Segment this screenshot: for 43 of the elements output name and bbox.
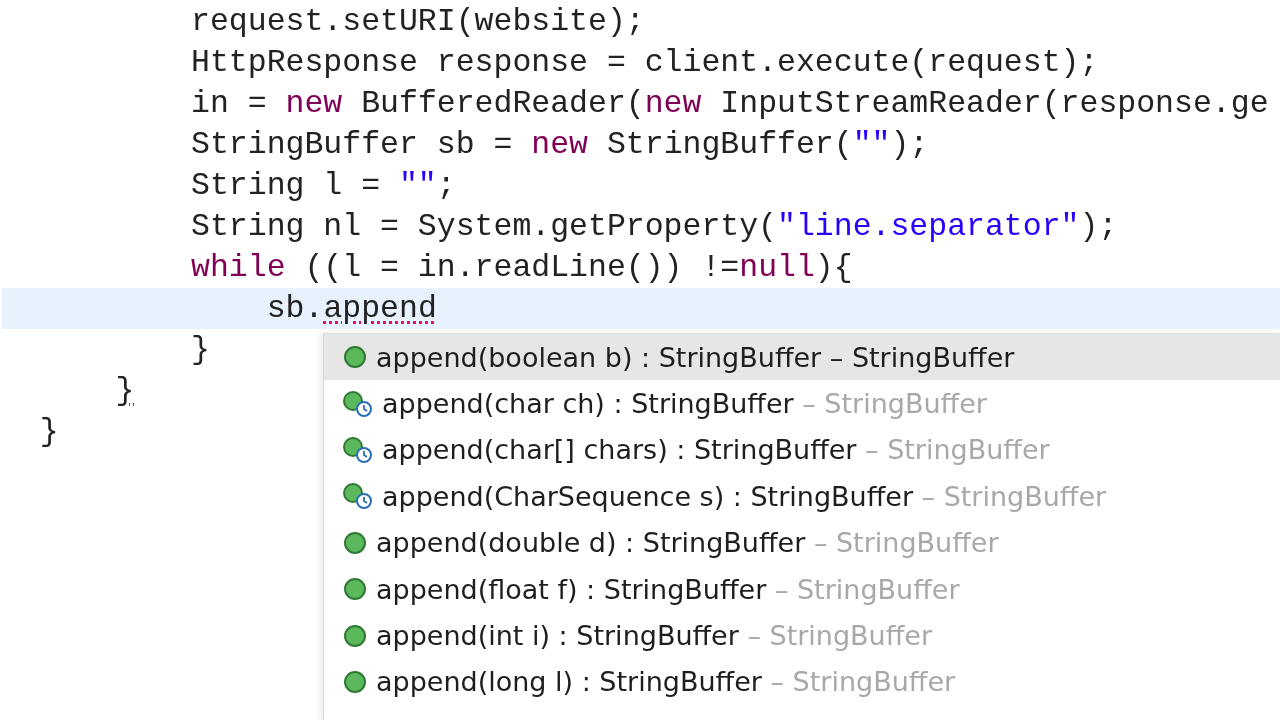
code-text: StringBuffer( (606, 126, 853, 163)
string-literal: "line.separator" (777, 208, 1080, 245)
code-text: ); (1079, 208, 1118, 245)
method-icon (342, 529, 368, 556)
code-text: ){ (814, 249, 853, 286)
completion-item[interactable]: append(char ch) : StringBuffer – StringBuffer (324, 380, 1280, 427)
keyword-text: null (739, 249, 815, 286)
completion-item[interactable]: append(CharSequence s) : StringBuffer – StringBuffer (324, 473, 1280, 520)
code-text: BufferedReader( (361, 85, 645, 122)
completion-item[interactable]: append(double d) : StringBuffer – StringBuffer (324, 519, 1280, 566)
keyword-text: new (644, 85, 702, 122)
code-text: ; (436, 167, 456, 204)
completion-item[interactable]: append(boolean b) : StringBuffer – StringBuffer (324, 334, 1280, 381)
method-icon (342, 344, 368, 371)
method-icon (342, 576, 368, 603)
code-text: } (191, 331, 210, 368)
code-text: InputStreamReader(response.ge (720, 85, 1269, 122)
keyword-text: new (531, 126, 588, 163)
code-text: ((l = in.readLine()) != (304, 249, 740, 286)
method-icon (342, 668, 368, 695)
string-literal: "" (398, 167, 437, 204)
string-literal: "" (852, 126, 891, 163)
completion-item[interactable]: append(char[] chars) : StringBuffer – StringBuffer (324, 426, 1280, 474)
method-clock-icon (342, 482, 374, 511)
code-text: String l = (191, 167, 382, 204)
code-text: ); (890, 126, 929, 163)
code-text: StringBuffer sb = (191, 126, 514, 163)
code-text: in = (191, 85, 268, 122)
method-clock-icon (342, 389, 374, 418)
code-text: HttpResponse response = client.execute(request); (191, 44, 1099, 81)
code-text: String nl = System.getProperty( (191, 208, 778, 245)
error-code-text: } (115, 372, 135, 409)
method-clock-icon (342, 435, 374, 464)
completion-item[interactable]: append(long l) : StringBuffer – StringBuffer (324, 658, 1280, 706)
code-text: sb. (266, 290, 324, 327)
keyword-text: while (191, 249, 286, 286)
method-icon (342, 622, 368, 649)
error-code-text: append (323, 290, 437, 327)
keyword-text: new (285, 85, 343, 122)
code-text: } (39, 413, 59, 450)
completion-item[interactable]: append(int i) : StringBuffer – StringBuffer (324, 612, 1280, 659)
completion-item[interactable]: append(float f) : StringBuffer – StringBuffer (324, 565, 1280, 613)
code-text: request.setURI(website); (191, 3, 645, 40)
